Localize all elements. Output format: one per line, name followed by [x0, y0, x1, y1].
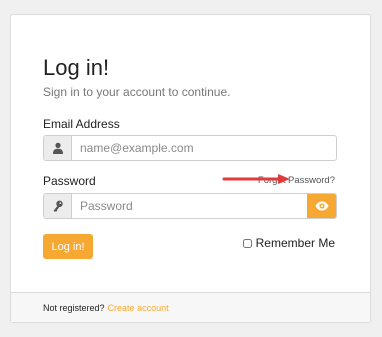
login-button[interactable]: Log in! [43, 234, 93, 259]
email-input-group [43, 135, 337, 161]
page-subtitle: Sign in to your account to continue. [43, 85, 231, 99]
email-label: Email Address [43, 117, 120, 131]
create-account-link[interactable]: Create account [108, 303, 169, 313]
red-arrow-icon [222, 174, 290, 184]
eye-icon [315, 199, 329, 214]
remember-me[interactable]: Remember Me [242, 236, 335, 250]
footer: Not registered? Create account [11, 292, 370, 322]
password-label: Password [43, 174, 96, 188]
footer-text: Not registered? [43, 302, 105, 313]
password-input-group [43, 193, 337, 219]
user-icon [44, 136, 72, 160]
remember-me-checkbox[interactable] [242, 238, 252, 248]
password-field[interactable] [72, 194, 307, 218]
key-icon [44, 194, 72, 218]
remember-me-label: Remember Me [255, 236, 335, 250]
toggle-password-button[interactable] [307, 194, 336, 218]
page-title: Log in! [43, 55, 110, 80]
email-field[interactable] [72, 136, 336, 160]
login-card: Log in! Sign in to your account to conti… [10, 14, 371, 323]
